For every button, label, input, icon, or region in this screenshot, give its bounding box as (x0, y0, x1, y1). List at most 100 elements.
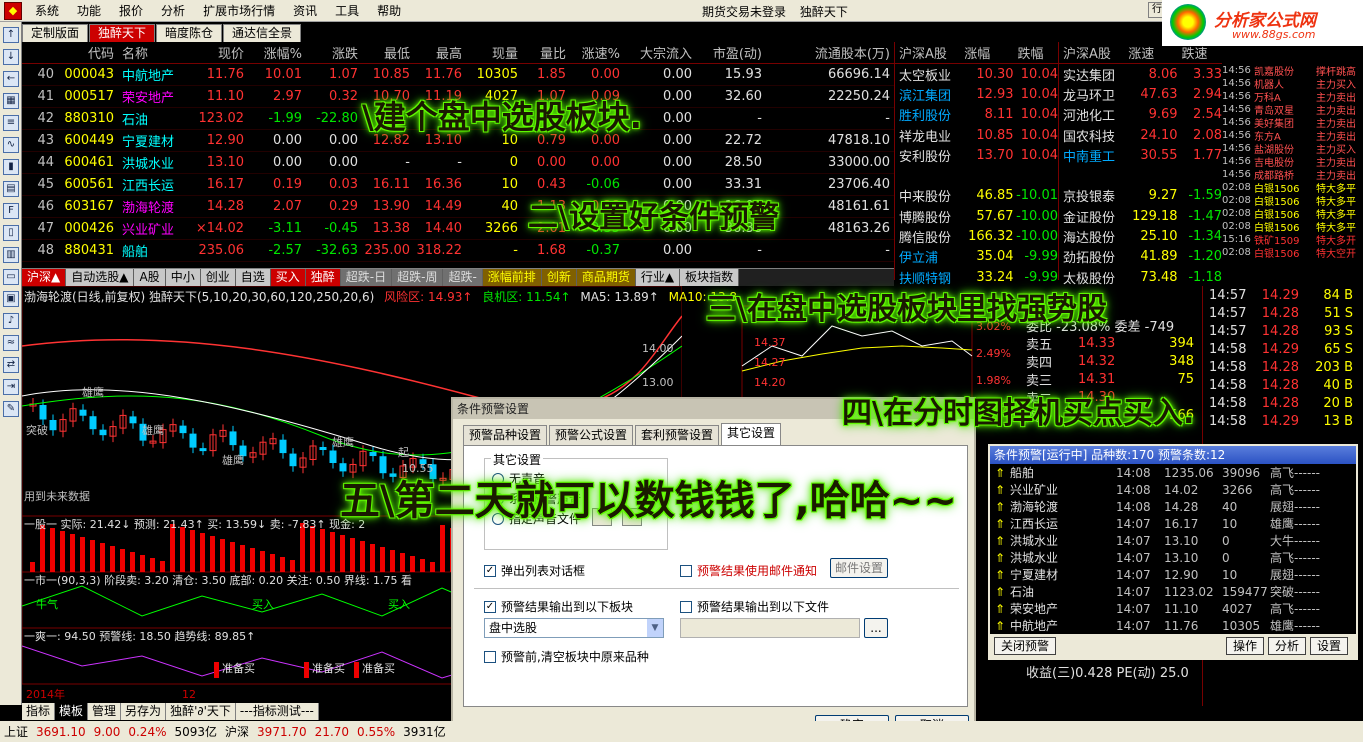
market-tab[interactable]: 创新 (541, 269, 577, 286)
finance-icon[interactable]: F (3, 203, 19, 219)
ask-level[interactable]: 卖四 14.32 348 (1022, 352, 1202, 371)
market-tab[interactable]: 超跌- (443, 269, 483, 286)
tab-indicator-test[interactable]: ---指标测试--- (236, 703, 319, 720)
ask-level[interactable]: 卖五 14.33 394 (1022, 334, 1202, 353)
tab-alert-formula[interactable]: 预警公式设置 (549, 425, 634, 445)
check-output-block[interactable]: ✓ 预警结果输出到以下板块 (484, 598, 633, 615)
column-header[interactable]: 最高 (414, 43, 466, 62)
rank-row[interactable]: 实达集团 8.06 3.33 (1059, 64, 1222, 84)
alert-settings-button[interactable]: 设置 (1309, 637, 1348, 655)
alert-row[interactable]: ⇑ 江西长运 14:07 16.17 10 雄鹰------ (990, 515, 1356, 532)
alert-row[interactable]: ⇑ 渤海轮渡 14:08 14.28 40 展翅------ (990, 498, 1356, 515)
market-tab[interactable]: 中小 (165, 269, 201, 286)
table-row[interactable]: 44 600461 洪城水业 13.10 0.00 0.00 - - 0 0.00 0.00 0.00… (22, 152, 894, 174)
market-tab[interactable]: A股 (134, 269, 166, 286)
chevron-down-icon[interactable]: ▼ (647, 619, 663, 637)
column-header[interactable]: 现价 (190, 43, 248, 62)
rank-row[interactable] (895, 165, 1058, 185)
line-chart-icon[interactable]: ∿ (3, 137, 19, 153)
tab-duzui[interactable]: 独醉天下 (89, 24, 156, 42)
rank-column-header[interactable]: 沪深A股 (895, 43, 960, 62)
tick-row[interactable]: 02:08 白银1506 特大空开 (1222, 246, 1363, 260)
column-header[interactable]: 现量 (466, 43, 522, 62)
column-header[interactable]: 市盈(动) (696, 43, 766, 62)
rank-column-header[interactable]: 跌幅 (1014, 43, 1058, 62)
tab-indicator[interactable]: 指标 (22, 703, 56, 720)
rank-row[interactable]: 河池化工 9.69 2.54 (1059, 105, 1222, 125)
market-tab[interactable]: 买入 (270, 269, 306, 286)
rank-row[interactable]: 博腾股份 57.67 -10.00 (895, 206, 1058, 226)
rank-row[interactable]: 中来股份 46.85 -10.01 (895, 186, 1058, 206)
file-browse-button[interactable]: ... (864, 618, 888, 638)
news-icon[interactable]: ▭ (3, 269, 19, 285)
check-clear-block[interactable]: 预警前,清空板块中原来品种 (484, 648, 649, 665)
candle-icon[interactable]: ▮ (3, 159, 19, 175)
rank-row[interactable]: 安利股份 13.70 10.04 (895, 145, 1058, 165)
rank-row[interactable] (1059, 165, 1222, 185)
menu-system[interactable]: 系统 (26, 2, 68, 19)
column-header[interactable]: 量比 (522, 43, 570, 62)
arrow-up-icon[interactable]: ↑ (3, 27, 19, 43)
tab-custom-layout[interactable]: 定制版面 (22, 24, 89, 42)
alert-row[interactable]: ⇑ 中航地产 14:07 11.76 10305 雄鹰------ (990, 617, 1356, 634)
menu-help[interactable]: 帮助 (368, 2, 410, 19)
tab-tdx-panorama[interactable]: 通达信全景 (223, 24, 302, 42)
column-header[interactable]: 流通股本(万) (766, 43, 894, 62)
market-tab[interactable]: 创业 (200, 269, 236, 286)
menu-news[interactable]: 资讯 (284, 2, 326, 19)
rank-row[interactable]: 太空板业 10.30 10.04 (895, 64, 1058, 84)
ask-level[interactable]: 卖三 14.31 75 (1022, 370, 1202, 389)
tab-manage[interactable]: 管理 (88, 703, 122, 720)
market-tab[interactable]: 行业▲ (635, 269, 681, 286)
arrow-down-icon[interactable]: ↓ (3, 49, 19, 65)
wave-icon[interactable]: ≈ (3, 335, 19, 351)
rank-row[interactable]: 龙马环卫 47.63 2.94 (1059, 84, 1222, 104)
rank-column-header[interactable]: 涨幅 (960, 43, 1013, 62)
doc-icon[interactable]: ▯ (3, 225, 19, 241)
check-output-file[interactable]: 预警结果输出到以下文件 (680, 598, 829, 615)
tab-template[interactable]: 模板 (55, 703, 89, 720)
rank-row[interactable]: 滨江集团 12.93 10.04 (895, 84, 1058, 104)
menu-function[interactable]: 功能 (68, 2, 110, 19)
market-tab[interactable]: 超跌-周 (392, 269, 444, 286)
alert-row[interactable]: ⇑ 石油 14:07 1123.02 159477 突破------ (990, 583, 1356, 600)
email-settings-button[interactable]: 邮件设置 (830, 558, 888, 578)
table-icon[interactable]: ▤ (3, 181, 19, 197)
tab-alert-targets[interactable]: 预警品种设置 (463, 425, 548, 445)
alert-row[interactable]: ⇑ 兴业矿业 14:08 14.02 3266 高飞------ (990, 481, 1356, 498)
alert-row[interactable]: ⇑ 荣安地产 14:07 11.10 4027 高飞------ (990, 600, 1356, 617)
tab-other-settings[interactable]: 其它设置 (721, 423, 782, 445)
market-tab[interactable]: 独醉 (305, 269, 341, 286)
market-tab[interactable]: 涨幅前排 (482, 269, 542, 286)
block-select[interactable]: 盘中选股 ▼ (484, 618, 664, 638)
tab-save-as[interactable]: 另存为 (121, 703, 167, 720)
column-header[interactable]: 涨速% (570, 43, 624, 62)
menu-analysis[interactable]: 分析 (152, 2, 194, 19)
arrow-left-icon[interactable]: ← (3, 71, 19, 87)
calc-icon[interactable]: ▣ (3, 291, 19, 307)
alert-row[interactable]: ⇑ 宁夏建材 14:07 12.90 10 展翅------ (990, 566, 1356, 583)
rank-row[interactable]: 京投银泰 9.27 -1.59 (1059, 186, 1222, 206)
tab-duzui-template[interactable]: 独醉'∂'天下 (166, 703, 236, 720)
rank-row[interactable]: 祥龙电业 10.85 10.04 (895, 125, 1058, 145)
list-icon[interactable]: ≡ (3, 115, 19, 131)
column-header[interactable]: 最低 (362, 43, 414, 62)
sound-icon[interactable]: ♪ (3, 313, 19, 329)
market-tab[interactable]: 商品期货 (576, 269, 636, 286)
column-header[interactable]: 名称 (118, 43, 190, 62)
rank-column-header[interactable]: 跌速 (1178, 43, 1222, 62)
rank-row[interactable]: 伊立浦 35.04 -9.99 (895, 247, 1058, 267)
column-header[interactable]: 涨跌 (306, 43, 362, 62)
menu-quote[interactable]: 报价 (110, 2, 152, 19)
rank-row[interactable]: 中南重工 30.55 1.77 (1059, 145, 1222, 165)
rank-column-header[interactable]: 沪深A股 (1059, 43, 1124, 62)
grid-icon[interactable]: ▦ (3, 93, 19, 109)
menu-tools[interactable]: 工具 (326, 2, 368, 19)
output-file-input[interactable] (680, 618, 860, 638)
column-header[interactable]: 涨幅% (248, 43, 306, 62)
market-tab[interactable]: 自选 (235, 269, 271, 286)
operate-button[interactable]: 操作 (1225, 637, 1264, 655)
rank-row[interactable]: 胜利股份 8.11 10.04 (895, 105, 1058, 125)
bars-icon[interactable]: ▥ (3, 247, 19, 263)
compare-icon[interactable]: ⇄ (3, 357, 19, 373)
